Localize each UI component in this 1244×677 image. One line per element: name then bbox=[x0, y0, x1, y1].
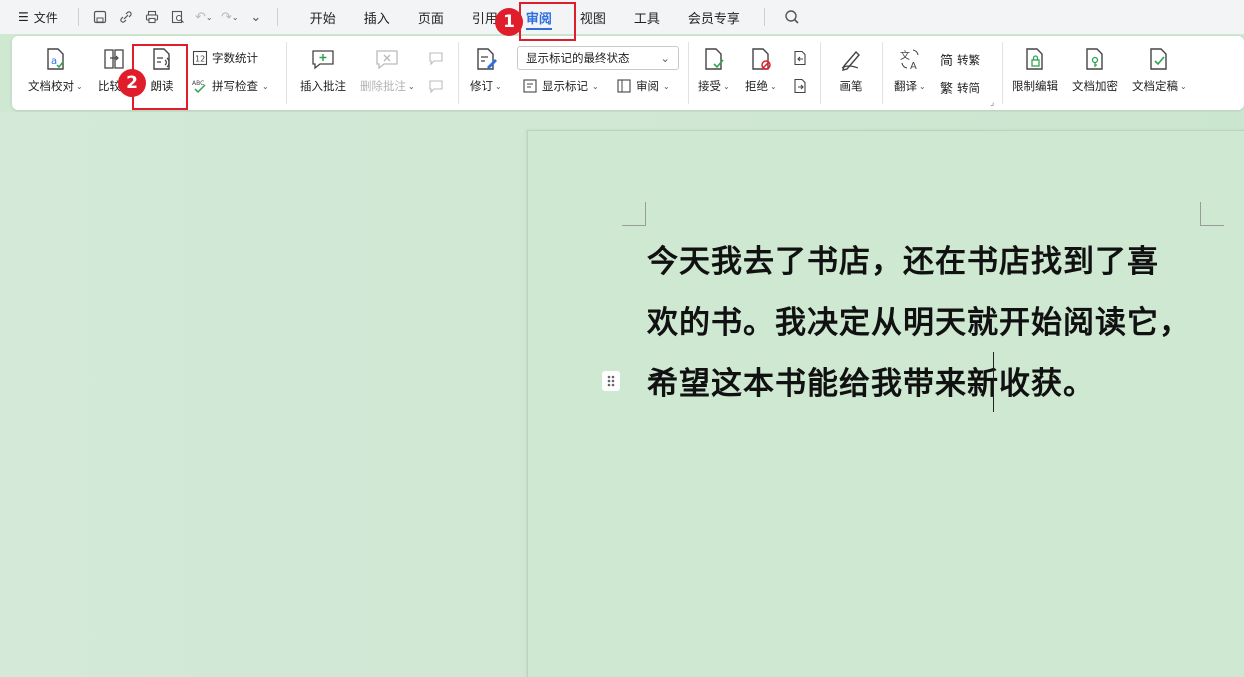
svg-text:a: a bbox=[51, 56, 57, 67]
prev-change-icon[interactable] bbox=[792, 50, 808, 66]
accept-label: 接受 bbox=[698, 79, 721, 93]
next-change-icon[interactable] bbox=[792, 78, 808, 94]
to-traditional-label: 转繁 bbox=[957, 52, 981, 67]
word-count-button[interactable]: 12 字数统计 bbox=[192, 50, 258, 66]
traditional-icon: 简 bbox=[940, 54, 954, 69]
pen-button[interactable]: 画笔 bbox=[838, 36, 864, 94]
svg-text:A: A bbox=[910, 61, 917, 72]
to-traditional-button[interactable]: 简 转繁 bbox=[940, 50, 981, 70]
encrypt-label: 文档加密 bbox=[1072, 79, 1118, 93]
search-icon[interactable] bbox=[781, 6, 803, 28]
highlight-review-tab bbox=[519, 2, 576, 41]
hamburger-icon: ☰ bbox=[18, 10, 29, 24]
to-simplified-button[interactable]: 繁 转简 bbox=[940, 78, 981, 98]
translate-icon: 文A bbox=[900, 49, 919, 72]
simplified-icon: 繁 bbox=[940, 82, 954, 97]
word-count-label: 字数统计 bbox=[212, 51, 258, 65]
tab-home[interactable]: 开始 bbox=[296, 0, 350, 34]
svg-text:ABC: ABC bbox=[192, 80, 204, 87]
translate-button[interactable]: 文A 翻译 ⌄ bbox=[894, 36, 926, 94]
step-badge-1: 1 bbox=[495, 8, 523, 36]
to-simplified-label: 转简 bbox=[957, 80, 981, 95]
pen-label: 画笔 bbox=[839, 79, 863, 93]
doc-proof-icon: a bbox=[47, 48, 65, 70]
paragraph-line: 今天我去了书店，还在书店找到了喜 bbox=[647, 244, 1159, 280]
review-ribbon: a 文档校对⌄ 比较⌄ 朗读 12 字数统计 ABC 拼写检查⌄ 插入批注 删除… bbox=[12, 36, 1244, 110]
track-changes-label: 修订 bbox=[470, 79, 493, 93]
doc-proof-button[interactable]: a 文档校对 ⌄ bbox=[28, 36, 83, 94]
group-launcher-icon[interactable]: ⌟ bbox=[990, 98, 994, 108]
review-pane-icon bbox=[617, 79, 631, 93]
key-icon bbox=[1086, 48, 1103, 70]
drag-handle-icon[interactable] bbox=[602, 371, 620, 391]
redo-icon[interactable]: ↷ ⌄ bbox=[219, 6, 241, 28]
prev-comment-icon[interactable] bbox=[428, 50, 444, 66]
tab-page[interactable]: 页面 bbox=[404, 0, 458, 34]
restrict-edit-button[interactable]: 限制编辑 bbox=[1012, 36, 1058, 94]
pen-icon bbox=[841, 50, 860, 71]
track-changes-button[interactable]: 修订 ⌄ bbox=[470, 36, 502, 94]
reject-icon bbox=[752, 48, 771, 70]
print-icon[interactable] bbox=[141, 6, 163, 28]
delete-comment-icon bbox=[376, 50, 398, 70]
encrypt-button[interactable]: 文档加密 bbox=[1072, 36, 1118, 94]
save-icon[interactable] bbox=[89, 6, 111, 28]
text-cursor bbox=[993, 352, 994, 412]
accept-button[interactable]: 接受 ⌄ bbox=[698, 36, 730, 94]
delete-comment-button[interactable]: 删除批注 ⌄ bbox=[360, 36, 415, 94]
print-preview-icon[interactable] bbox=[167, 6, 189, 28]
lock-icon bbox=[1026, 48, 1043, 70]
chevron-down-icon[interactable]: ⌄ bbox=[245, 6, 267, 28]
paragraph-line: 欢的书。我决定从明天就开始阅读它， bbox=[647, 305, 1191, 341]
delete-comment-label: 删除批注 bbox=[360, 79, 406, 93]
markup-mode-select[interactable]: 显示标记的最终状态 ⌄ bbox=[517, 46, 679, 70]
show-markup-icon bbox=[523, 79, 537, 93]
insert-comment-icon bbox=[312, 50, 334, 70]
spell-check-button[interactable]: ABC 拼写检查 ⌄ bbox=[192, 78, 269, 94]
tab-tools[interactable]: 工具 bbox=[620, 0, 674, 34]
page-corner-mark bbox=[1200, 202, 1224, 226]
svg-text:文: 文 bbox=[900, 49, 910, 62]
finalize-button[interactable]: 文档定稿 ⌄ bbox=[1132, 36, 1187, 94]
word-count-icon: 12 bbox=[192, 50, 208, 66]
doc-proof-label: 文档校对 bbox=[28, 79, 74, 93]
restrict-edit-label: 限制编辑 bbox=[1012, 79, 1058, 93]
compare-icon bbox=[104, 49, 124, 69]
show-markup-button[interactable]: 显示标记 ⌄ bbox=[522, 78, 599, 94]
menu-bar: ☰ 文件 ↶ ⌄ ↷ ⌄ ⌄ 开始 插入 页面 引用 审阅 视图 工具 会员专享 bbox=[0, 0, 1244, 34]
spell-check-label: 拼写检查 bbox=[212, 79, 258, 93]
reject-label: 拒绝 bbox=[745, 79, 768, 93]
track-changes-icon bbox=[477, 48, 497, 70]
document-body[interactable]: 今天我去了书店，还在书店找到了喜 欢的书。我决定从明天就开始阅读它， 希望这本书… bbox=[647, 232, 1237, 415]
next-comment-icon[interactable] bbox=[428, 78, 444, 94]
insert-comment-label: 插入批注 bbox=[300, 79, 346, 93]
accept-icon bbox=[705, 48, 724, 70]
svg-text:12: 12 bbox=[195, 55, 205, 64]
tab-insert[interactable]: 插入 bbox=[350, 0, 404, 34]
step-badge-2: 2 bbox=[118, 69, 146, 97]
translate-label: 翻译 bbox=[894, 79, 917, 93]
insert-comment-button[interactable]: 插入批注 bbox=[300, 36, 346, 94]
review-pane-label: 审阅 bbox=[636, 79, 659, 93]
markup-mode-value: 显示标记的最终状态 bbox=[526, 51, 630, 65]
chevron-down-icon: ⌄ bbox=[660, 51, 670, 65]
show-markup-label: 显示标记 bbox=[542, 79, 588, 93]
reject-button[interactable]: 拒绝 ⌄ bbox=[745, 36, 777, 94]
page-corner-mark bbox=[622, 202, 646, 226]
link-icon[interactable] bbox=[115, 6, 137, 28]
finalize-icon bbox=[1150, 48, 1168, 70]
file-menu-label: 文件 bbox=[33, 10, 58, 25]
tab-member[interactable]: 会员专享 bbox=[674, 0, 754, 34]
finalize-label: 文档定稿 bbox=[1132, 79, 1178, 93]
spell-check-icon: ABC bbox=[192, 80, 206, 94]
review-pane-button[interactable]: 审阅 ⌄ bbox=[616, 78, 670, 94]
undo-icon[interactable]: ↶ ⌄ bbox=[193, 6, 215, 28]
paragraph-line: 希望这本书能给我带来新收获。 bbox=[647, 366, 1095, 402]
file-menu[interactable]: ☰ 文件 bbox=[18, 9, 58, 26]
